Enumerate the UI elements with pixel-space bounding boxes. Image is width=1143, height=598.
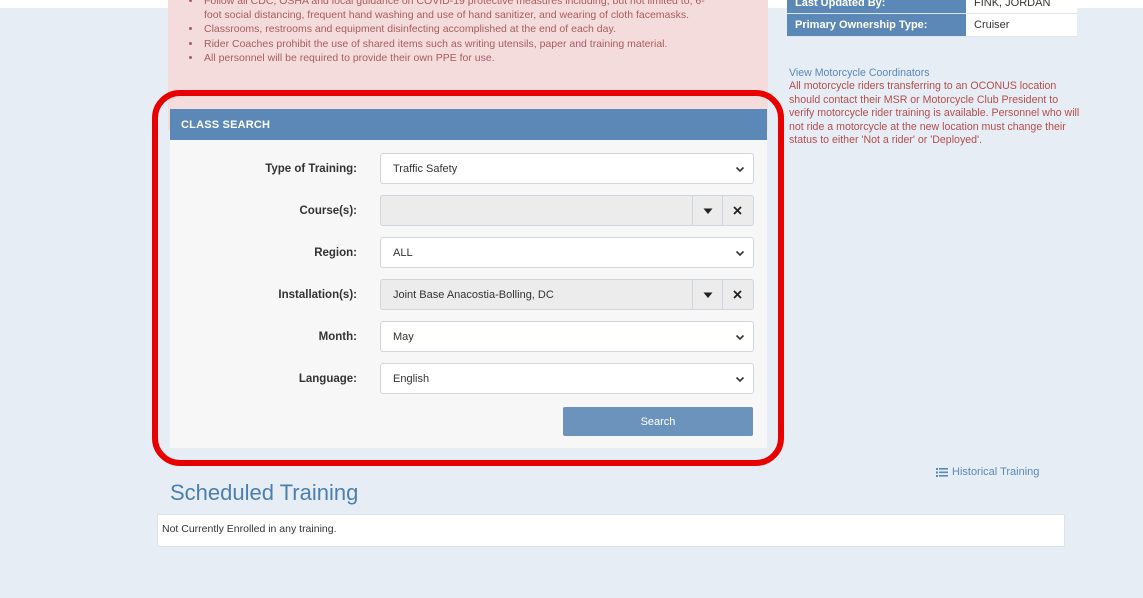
- view-coordinators-link[interactable]: View Motorcycle Coordinators: [789, 67, 1081, 80]
- info-row-ownership: Primary Ownership Type: Cruiser: [787, 14, 1077, 37]
- coordinators-section: View Motorcycle Coordinators All motorcy…: [789, 67, 1081, 147]
- historical-training-link[interactable]: Historical Training: [936, 466, 1039, 478]
- list-icon: [936, 468, 948, 477]
- info-value: Cruiser: [966, 14, 1077, 36]
- scheduled-empty-text: Not Currently Enrolled in any training.: [162, 523, 337, 535]
- coordinators-text: All motorcycle riders transferring to an…: [789, 80, 1080, 147]
- info-key: Primary Ownership Type:: [787, 14, 966, 36]
- notice-item: Follow all CDC, OSHA and local guidance …: [202, 0, 768, 8]
- highlight-ring: [152, 90, 784, 466]
- rider-info-table: Last Updated By: FINK, JORDAN Primary Ow…: [787, 0, 1077, 37]
- info-row-last-updated: Last Updated By: FINK, JORDAN: [787, 0, 1077, 14]
- notice-item: Rider Coaches prohibit the use of shared…: [202, 37, 768, 51]
- notice-item: All personnel will be required to provid…: [202, 51, 768, 65]
- info-value: FINK, JORDAN: [966, 0, 1077, 13]
- info-key: Last Updated By:: [787, 0, 966, 13]
- scheduled-training-box: Not Currently Enrolled in any training.: [157, 514, 1065, 547]
- scheduled-training-title: Scheduled Training: [170, 480, 359, 505]
- historical-training-label: Historical Training: [952, 466, 1040, 478]
- notice-item-cont: foot social distancing, frequent hand wa…: [204, 9, 690, 22]
- notice-item: Classrooms, restrooms and equipment disi…: [202, 22, 768, 36]
- notice-list: Follow all CDC, OSHA and local guidance …: [168, 0, 768, 65]
